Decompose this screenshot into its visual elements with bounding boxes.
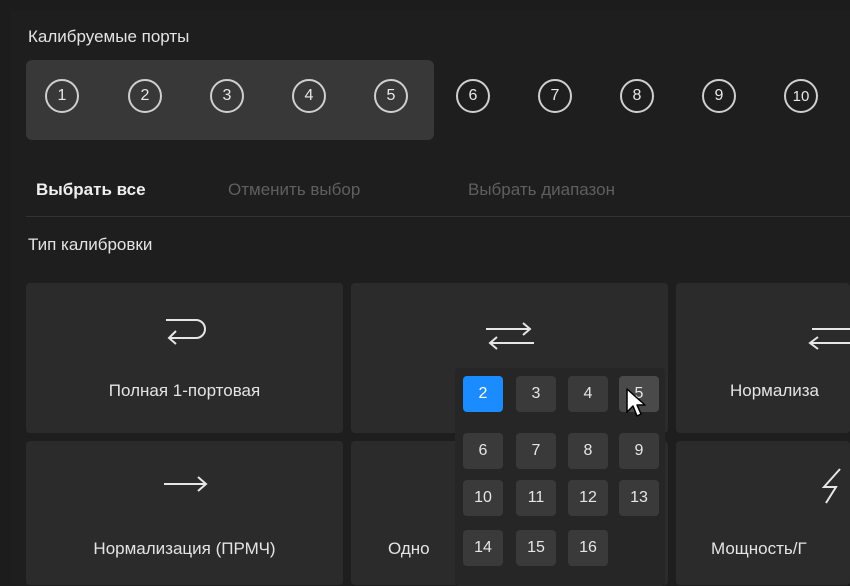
popup-port-15[interactable]: 15 bbox=[516, 530, 556, 566]
port-5-button[interactable]: 5 bbox=[374, 79, 408, 113]
port-10-button[interactable]: 10 bbox=[784, 79, 818, 113]
tile-power[interactable]: Мощность/Г bbox=[676, 441, 850, 585]
tile-power-label: Мощность/Г bbox=[711, 539, 807, 558]
popup-port-7[interactable]: 7 bbox=[516, 433, 556, 469]
popup-port-6[interactable]: 6 bbox=[463, 433, 503, 469]
popup-port-4[interactable]: 4 bbox=[568, 376, 608, 412]
right-arrow-icon bbox=[164, 476, 208, 492]
port-1-button[interactable]: 1 bbox=[45, 79, 79, 113]
reflection-arrow-icon bbox=[166, 319, 206, 345]
popup-port-14[interactable]: 14 bbox=[463, 530, 503, 566]
popup-port-11[interactable]: 11 bbox=[516, 480, 556, 516]
reflection-arrow-icon bbox=[808, 328, 850, 350]
port-2-button[interactable]: 2 bbox=[128, 79, 162, 113]
tile-normalization-transmission[interactable]: Нормализация (ПРМЧ) bbox=[26, 441, 343, 585]
tile-normalization-reflection-label: Нормализа bbox=[730, 381, 819, 400]
popup-port-16[interactable]: 16 bbox=[568, 530, 608, 566]
tile-full-1port-label: Полная 1-портовая bbox=[108, 381, 261, 400]
divider bbox=[26, 216, 850, 217]
deselect-button[interactable]: Отменить выбор bbox=[228, 180, 360, 200]
popup-port-8[interactable]: 8 bbox=[568, 433, 608, 469]
lightning-icon bbox=[821, 468, 841, 504]
mouse-cursor-icon bbox=[626, 388, 646, 417]
popup-port-3[interactable]: 3 bbox=[516, 376, 556, 412]
bidirectional-arrows-icon bbox=[486, 322, 534, 350]
port-6-button[interactable]: 6 bbox=[456, 79, 490, 113]
port-8-button[interactable]: 8 bbox=[620, 79, 654, 113]
tile-full-1port[interactable]: Полная 1-портовая bbox=[26, 283, 343, 433]
port-3-button[interactable]: 3 bbox=[210, 79, 244, 113]
popup-port-9[interactable]: 9 bbox=[619, 433, 659, 469]
popup-port-2[interactable]: 2 bbox=[463, 376, 503, 412]
tile-one-path-label: Одно bbox=[388, 539, 430, 558]
popup-port-10[interactable]: 10 bbox=[463, 480, 503, 516]
select-all-button[interactable]: Выбрать все bbox=[36, 180, 146, 200]
tile-normalization-reflection[interactable]: Нормализа bbox=[676, 283, 850, 433]
select-range-button[interactable]: Выбрать диапазон bbox=[468, 180, 615, 200]
calibrated-ports-label: Калибруемые порты bbox=[28, 27, 190, 46]
tile-normalization-transmission-label: Нормализация (ПРМЧ) bbox=[93, 539, 276, 558]
port-7-button[interactable]: 7 bbox=[538, 79, 572, 113]
port-9-button[interactable]: 9 bbox=[702, 79, 736, 113]
popup-port-12[interactable]: 12 bbox=[568, 480, 608, 516]
port-4-button[interactable]: 4 bbox=[292, 79, 326, 113]
calibration-type-label: Тип калибровки bbox=[28, 235, 153, 254]
popup-port-13[interactable]: 13 bbox=[619, 480, 659, 516]
